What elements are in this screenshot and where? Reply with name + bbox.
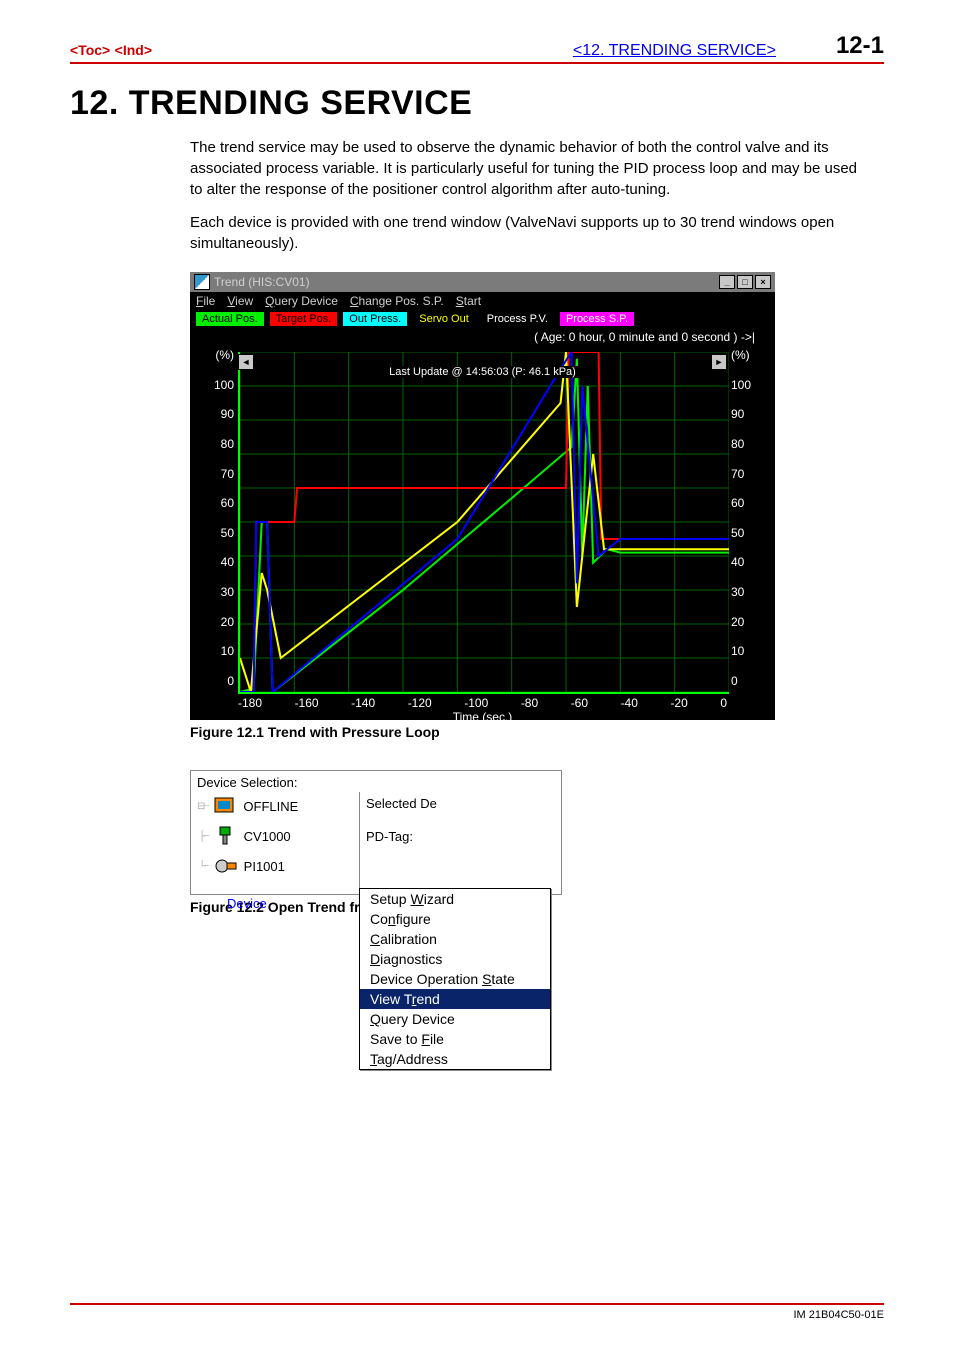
x-axis: -180-160-140-120-100-80-60-40-200 (238, 694, 727, 710)
body-text: The trend service may be used to observe… (190, 137, 864, 254)
ctx-setup-wizard[interactable]: Setup Wizard (360, 889, 550, 909)
tree-offline[interactable]: ⊟┈ OFFLINE (205, 796, 355, 816)
menu-change-sp[interactable]: Change Pos. S.P. (350, 294, 444, 308)
ctx-diagnostics[interactable]: Diagnostics (360, 949, 550, 969)
pdtag-label: PD-Tag: (366, 829, 555, 844)
tree-cv1000[interactable]: ├┈ CV1000 (205, 826, 355, 846)
chart-svg (238, 352, 729, 694)
legend-psp: Process S.P. (560, 312, 634, 326)
last-update-text: Last Update @ 14:56:03 (P: 46.1 kPa) (385, 366, 580, 378)
window-titlebar[interactable]: Trend (HIS:CV01) _ □ × (190, 272, 775, 292)
ctx-query-device[interactable]: Query Device (360, 1009, 550, 1029)
tree-pi1001[interactable]: └┈ PI1001 (205, 856, 355, 876)
device-annotation: Device (227, 896, 267, 911)
figure-caption-1: Figure 12.1 Trend with Pressure Loop (190, 724, 884, 740)
section-link[interactable]: <12. TRENDING SERVICE> (573, 42, 776, 60)
x-axis-label: Time (sec.) (238, 710, 727, 724)
context-menu: Setup Wizard Configure Calibration Diagn… (359, 888, 551, 1070)
minimize-icon[interactable]: _ (719, 275, 735, 289)
legend: Actual Pos. Target Pos. Out Press. Servo… (190, 310, 775, 330)
transmitter-icon (214, 856, 238, 876)
selected-device-title: Selected De (366, 796, 555, 811)
ctx-configure[interactable]: Configure (360, 909, 550, 929)
legend-ppv: Process P.V. (481, 312, 554, 326)
page-number: 12-1 (836, 32, 884, 60)
page-header: <Toc> <Ind> <12. TRENDING SERVICE> 12-1 (70, 32, 884, 64)
legend-out: Out Press. (343, 312, 407, 326)
device-selection-label: Device Selection: (191, 775, 561, 792)
maximize-icon[interactable]: □ (737, 275, 753, 289)
menu-query[interactable]: Query Device (265, 294, 338, 308)
chapter-title: 12. TRENDING SERVICE (70, 84, 884, 123)
paragraph-1: The trend service may be used to observe… (190, 137, 864, 200)
chart-area: ◄ ► Last Update @ 14:56:03 (P: 46.1 kPa)… (238, 352, 727, 712)
trend-window: Trend (HIS:CV01) _ □ × File View Query D… (190, 272, 775, 720)
legend-target: Target Pos. (270, 312, 338, 326)
device-selection-frame: Device Selection: ⊟┈ OFFLINE ├┈ CV1000 └… (190, 770, 562, 895)
ctx-save-to-file[interactable]: Save to File (360, 1029, 550, 1049)
menubar: File View Query Device Change Pos. S.P. … (190, 292, 775, 310)
scroll-left-icon[interactable]: ◄ (238, 354, 254, 370)
paragraph-2: Each device is provided with one trend w… (190, 212, 864, 254)
legend-actual: Actual Pos. (196, 312, 264, 326)
app-icon (194, 274, 210, 290)
window-title: Trend (HIS:CV01) (214, 275, 310, 289)
ctx-view-trend[interactable]: View Trend (360, 989, 550, 1009)
menu-file[interactable]: File (196, 294, 215, 308)
menu-view[interactable]: View (227, 294, 253, 308)
y-axis-left: (%) 1009080706050403020100 (200, 348, 238, 688)
close-icon[interactable]: × (755, 275, 771, 289)
device-tree: ⊟┈ OFFLINE ├┈ CV1000 └┈ PI1001 (191, 792, 359, 894)
device-icon (214, 826, 238, 846)
age-text: ( Age: 0 hour, 0 minute and 0 second ) -… (190, 330, 775, 344)
ctx-tag-address[interactable]: Tag/Address (360, 1049, 550, 1069)
scroll-right-icon[interactable]: ► (711, 354, 727, 370)
footer: IM 21B04C50-01E (70, 1303, 884, 1321)
toc-link[interactable]: <Toc> (70, 42, 110, 58)
legend-servo: Servo Out (413, 312, 475, 326)
selected-device-panel: Selected De PD-Tag: (359, 792, 561, 894)
ctx-calibration[interactable]: Calibration (360, 929, 550, 949)
y-axis-right: (%) 1009080706050403020100 (727, 348, 765, 688)
offline-icon (213, 796, 237, 816)
ctx-device-op-state[interactable]: Device Operation State (360, 969, 550, 989)
ind-link[interactable]: <Ind> (115, 42, 152, 58)
menu-start[interactable]: Start (456, 294, 481, 308)
